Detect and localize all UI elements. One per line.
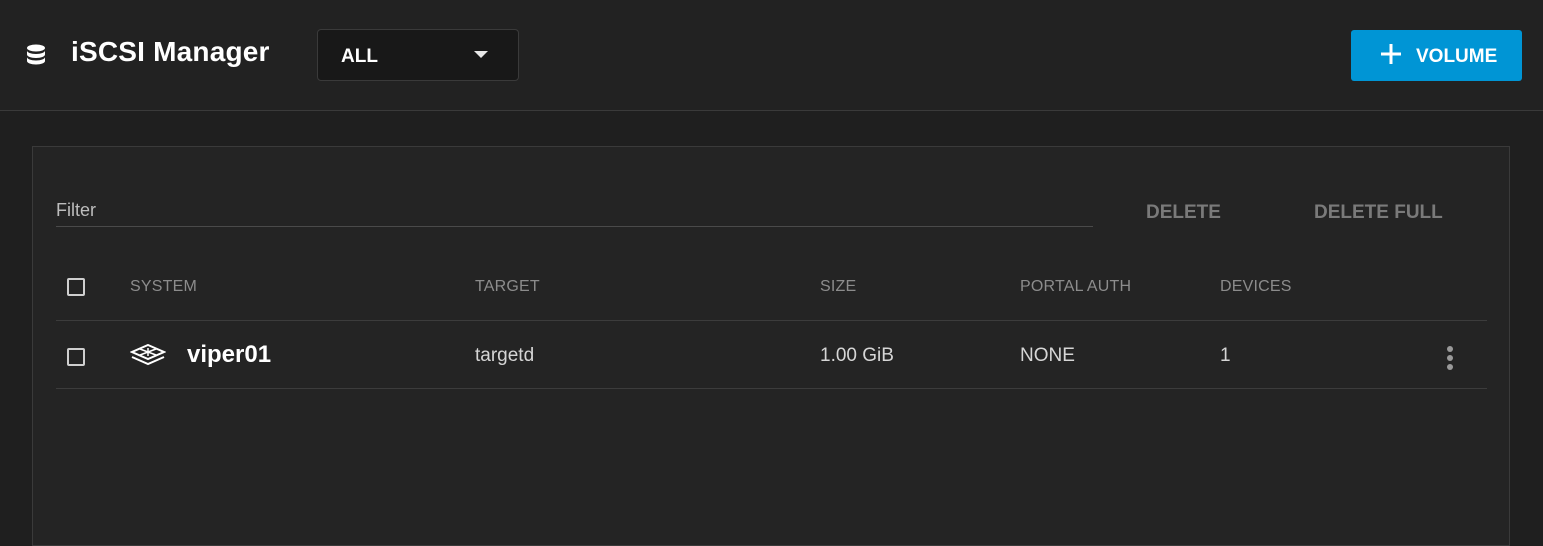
filter-select[interactable]: ALL bbox=[317, 29, 519, 81]
system-name[interactable]: viper01 bbox=[187, 341, 271, 369]
filter-select-value: ALL bbox=[341, 46, 378, 67]
column-header-devices[interactable]: DEVICES bbox=[1220, 278, 1292, 296]
page-title: iSCSI Manager bbox=[71, 36, 270, 67]
row-divider bbox=[56, 388, 1487, 389]
add-volume-button[interactable]: VOLUME bbox=[1351, 30, 1522, 81]
column-header-target[interactable]: TARGET bbox=[475, 278, 540, 296]
filter-field[interactable] bbox=[56, 195, 1093, 227]
column-header-system[interactable]: SYSTEM bbox=[130, 278, 197, 296]
more-vert-icon[interactable] bbox=[1443, 344, 1457, 372]
database-icon bbox=[27, 44, 45, 65]
filter-input[interactable] bbox=[56, 195, 1093, 225]
caret-down-icon bbox=[474, 51, 488, 58]
header-bar: iSCSI Manager ALL VOLUME bbox=[0, 0, 1543, 111]
volumes-card: DELETE DELETE FULL SYSTEM TARGET SIZE PO… bbox=[32, 146, 1510, 546]
devices-cell: 1 bbox=[1220, 345, 1231, 366]
add-volume-label: VOLUME bbox=[1416, 46, 1498, 67]
size-cell: 1.00 GiB bbox=[820, 345, 894, 366]
row-checkbox[interactable] bbox=[67, 348, 85, 366]
select-all-checkbox[interactable] bbox=[67, 278, 85, 296]
delete-button[interactable]: DELETE bbox=[1146, 202, 1221, 224]
plus-icon bbox=[1381, 44, 1401, 64]
delete-full-button[interactable]: DELETE FULL bbox=[1314, 202, 1443, 224]
target-cell: targetd bbox=[475, 345, 535, 366]
header-divider bbox=[56, 320, 1487, 321]
column-header-size[interactable]: SIZE bbox=[820, 278, 856, 296]
storage-system-icon bbox=[130, 344, 166, 366]
portal-auth-cell: NONE bbox=[1020, 345, 1075, 366]
column-header-portal-auth[interactable]: PORTAL AUTH bbox=[1020, 278, 1131, 296]
